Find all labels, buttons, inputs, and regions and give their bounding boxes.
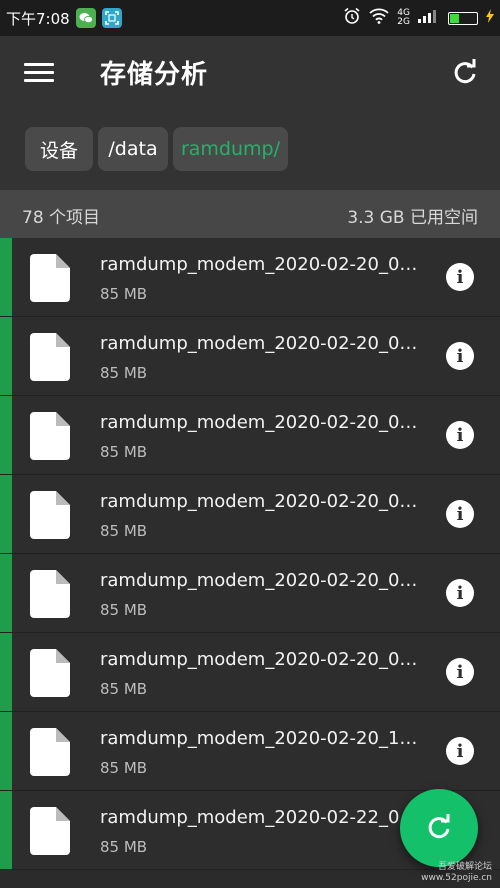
usage-bar [0, 396, 12, 474]
status-time: 下午7:08 [6, 9, 70, 28]
breadcrumb: 设备 /data ramdump/ [0, 110, 500, 190]
wifi-icon [369, 8, 389, 28]
usage-bar [0, 791, 12, 869]
file-size: 85 MB [100, 443, 148, 461]
usage-bar [0, 633, 12, 711]
file-icon [30, 807, 70, 855]
breadcrumb-data[interactable]: /data [98, 127, 168, 171]
file-size: 85 MB [100, 285, 148, 303]
status-bar: 下午7:08 4G 2G [0, 0, 500, 36]
usage-bar [0, 712, 12, 790]
wechat-icon [75, 8, 96, 28]
usage-bar [0, 238, 12, 316]
file-name: ramdump_modem_2020-02-20_08-... [100, 412, 420, 433]
file-icon [30, 649, 70, 697]
list-item[interactable]: ramdump_modem_2020-02-20_08-... 85 MB i [0, 317, 500, 396]
info-icon[interactable]: i [446, 579, 474, 607]
breadcrumb-ramdump[interactable]: ramdump/ [173, 127, 288, 171]
menu-icon[interactable] [24, 60, 54, 86]
breadcrumb-label: /data [108, 138, 158, 160]
file-size: 85 MB [100, 838, 148, 856]
file-name: ramdump_modem_2020-02-20_09-... [100, 649, 420, 670]
file-icon [30, 333, 70, 381]
network-bottom-label: 2G [397, 17, 410, 27]
app-bar: 存储分析 [0, 36, 500, 110]
file-icon [30, 254, 70, 302]
watermark-line1: 吾爱破解论坛 [437, 862, 492, 872]
usage-bar [0, 554, 12, 632]
file-size: 85 MB [100, 364, 148, 382]
file-list: ramdump_modem_2020-02-20_08-... 85 MB i … [0, 238, 500, 870]
summary-bar: 78 个项目 3.3 GB 已用空间 [0, 190, 500, 238]
file-icon [30, 491, 70, 539]
watermark-line2: www.52pojie.cn [421, 873, 492, 883]
info-icon[interactable]: i [446, 263, 474, 291]
file-icon [30, 728, 70, 776]
file-size: 85 MB [100, 680, 148, 698]
page-title: 存储分析 [100, 60, 209, 90]
watermark: 吾爱破解论坛 www.52pojie.cn [421, 862, 492, 884]
network-type: 4G 2G [397, 9, 410, 27]
file-name: ramdump_modem_2020-02-22_06-... [100, 807, 420, 828]
file-name: ramdump_modem_2020-02-20_08-... [100, 570, 420, 591]
info-icon[interactable]: i [446, 658, 474, 686]
used-space: 3.3 GB 已用空间 [347, 208, 478, 228]
list-item[interactable]: ramdump_modem_2020-02-20_08-... 85 MB i [0, 396, 500, 475]
info-icon[interactable]: i [446, 342, 474, 370]
file-size: 85 MB [100, 759, 148, 777]
refresh-fab[interactable] [400, 789, 478, 867]
signal-icon [418, 9, 440, 27]
file-name: ramdump_modem_2020-02-20_08-... [100, 254, 420, 275]
file-size: 85 MB [100, 601, 148, 619]
battery-icon [448, 11, 478, 25]
file-name: ramdump_modem_2020-02-20_08-... [100, 333, 420, 354]
list-item[interactable]: ramdump_modem_2020-02-20_08-... 85 MB i [0, 238, 500, 317]
breadcrumb-label: ramdump/ [180, 138, 281, 160]
file-icon [30, 570, 70, 618]
breadcrumb-label: 设备 [39, 139, 78, 162]
info-icon[interactable]: i [446, 737, 474, 765]
file-name: ramdump_modem_2020-02-20_13-... [100, 728, 420, 749]
file-name: ramdump_modem_2020-02-20_08-... [100, 491, 420, 512]
file-icon [30, 412, 70, 460]
usage-bar [0, 475, 12, 553]
info-icon[interactable]: i [446, 421, 474, 449]
breadcrumb-device[interactable]: 设备 [25, 127, 93, 171]
list-item[interactable]: ramdump_modem_2020-02-20_08-... 85 MB i [0, 554, 500, 633]
usage-bar [0, 317, 12, 395]
info-icon[interactable]: i [446, 500, 474, 528]
scan-icon [101, 8, 122, 28]
list-item[interactable]: ramdump_modem_2020-02-20_08-... 85 MB i [0, 475, 500, 554]
refresh-icon [428, 814, 450, 839]
list-item[interactable]: ramdump_modem_2020-02-20_13-... 85 MB i [0, 712, 500, 791]
refresh-icon[interactable] [450, 58, 480, 88]
charging-icon [486, 9, 494, 27]
list-item[interactable]: ramdump_modem_2020-02-20_09-... 85 MB i [0, 633, 500, 712]
alarm-icon [343, 7, 361, 29]
file-size: 85 MB [100, 522, 148, 540]
item-count: 78 个项目 [22, 208, 101, 228]
